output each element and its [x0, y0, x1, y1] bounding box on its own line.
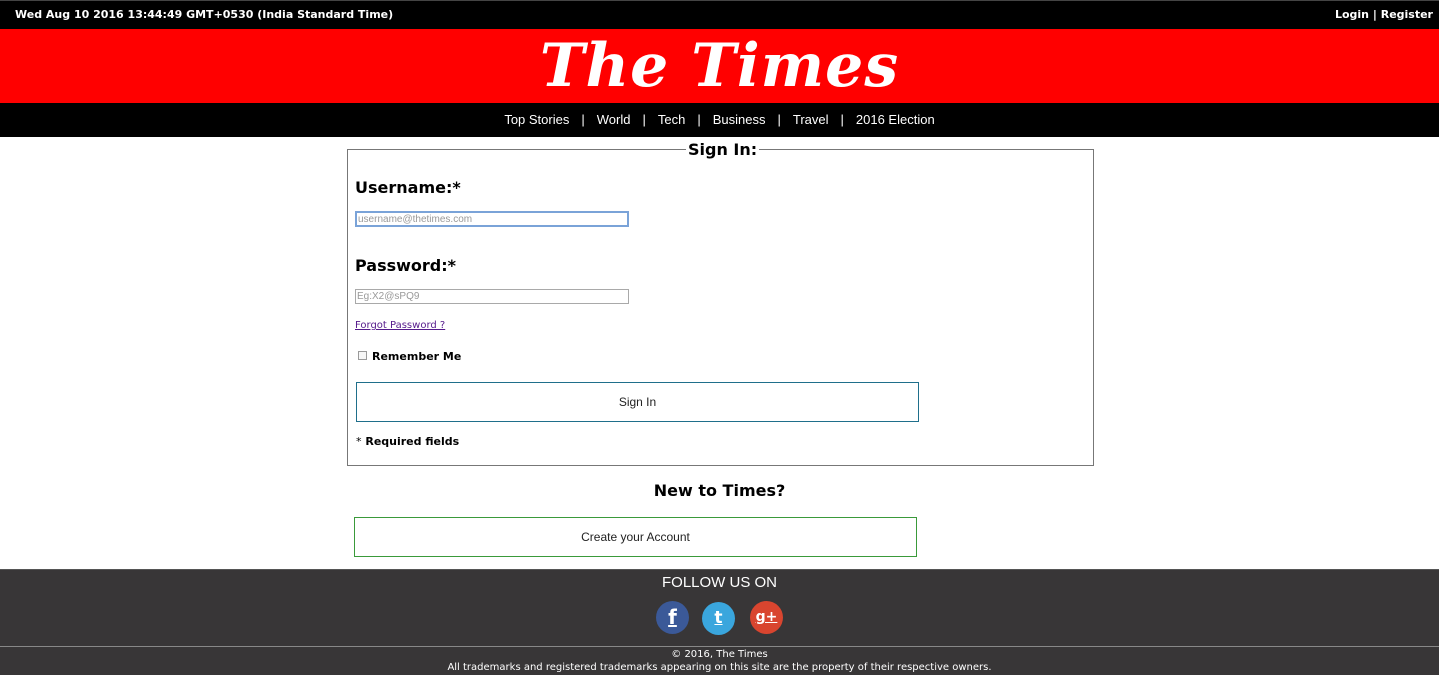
register-link[interactable]: Register	[1381, 8, 1433, 21]
nav-item-top-stories[interactable]: Top Stories	[498, 112, 575, 127]
google-plus-icon[interactable]: g+	[750, 601, 783, 634]
follow-us-heading: FOLLOW US ON	[661, 574, 777, 591]
masthead: The Times	[0, 29, 1439, 103]
required-star: *	[356, 435, 362, 448]
nav-item-tech[interactable]: Tech	[652, 112, 691, 127]
new-to-times-heading: New to Times?	[653, 481, 786, 500]
password-input[interactable]	[355, 289, 629, 304]
nav-item-world[interactable]: World	[591, 112, 637, 127]
facebook-icon[interactable]: f	[656, 601, 689, 634]
auth-links: Login | Register	[1335, 8, 1433, 21]
create-account-button-label: Create your Account	[581, 530, 690, 544]
main-nav: Top Stories | World | Tech | Business | Travel | 2…	[0, 103, 1439, 137]
required-fields-note: * Required fields	[356, 435, 459, 448]
nav-separator: |	[777, 112, 781, 127]
nav-separator: |	[697, 112, 701, 127]
signin-legend: Sign In:	[688, 140, 758, 159]
nav-separator: |	[840, 112, 844, 127]
sign-in-button[interactable]: Sign In	[356, 382, 919, 422]
site-logo[interactable]: The Times	[540, 31, 899, 101]
create-account-button[interactable]: Create your Account	[354, 517, 917, 557]
trademark-text: All trademarks and registered trademarks…	[447, 662, 992, 673]
required-fields-text: Required fields	[365, 435, 460, 448]
twitter-icon[interactable]: t	[702, 602, 735, 635]
username-label: Username:*	[355, 178, 461, 197]
remember-me-label[interactable]: Remember Me	[372, 350, 461, 363]
sign-in-button-label: Sign In	[618, 395, 657, 409]
nav-separator: |	[581, 112, 585, 127]
copyright-text: © 2016, The Times	[671, 649, 768, 660]
forgot-password-link[interactable]: Forgot Password ?	[355, 320, 445, 331]
remember-me-checkbox[interactable]	[358, 351, 367, 360]
auth-separator: |	[1372, 8, 1377, 21]
footer-divider	[0, 646, 1439, 647]
nav-item-travel[interactable]: Travel	[787, 112, 835, 127]
footer: FOLLOW US ON f t g+ © 2016, The Times Al…	[0, 569, 1439, 675]
nav-separator: |	[642, 112, 646, 127]
nav-item-business[interactable]: Business	[707, 112, 772, 127]
nav-item-2016-election[interactable]: 2016 Election	[850, 112, 941, 127]
top-bar: Wed Aug 10 2016 13:44:49 GMT+0530 (India…	[0, 0, 1439, 29]
current-datetime: Wed Aug 10 2016 13:44:49 GMT+0530 (India…	[15, 8, 394, 21]
login-link[interactable]: Login	[1335, 8, 1369, 21]
password-label: Password:*	[355, 256, 457, 275]
username-input[interactable]	[355, 211, 629, 227]
